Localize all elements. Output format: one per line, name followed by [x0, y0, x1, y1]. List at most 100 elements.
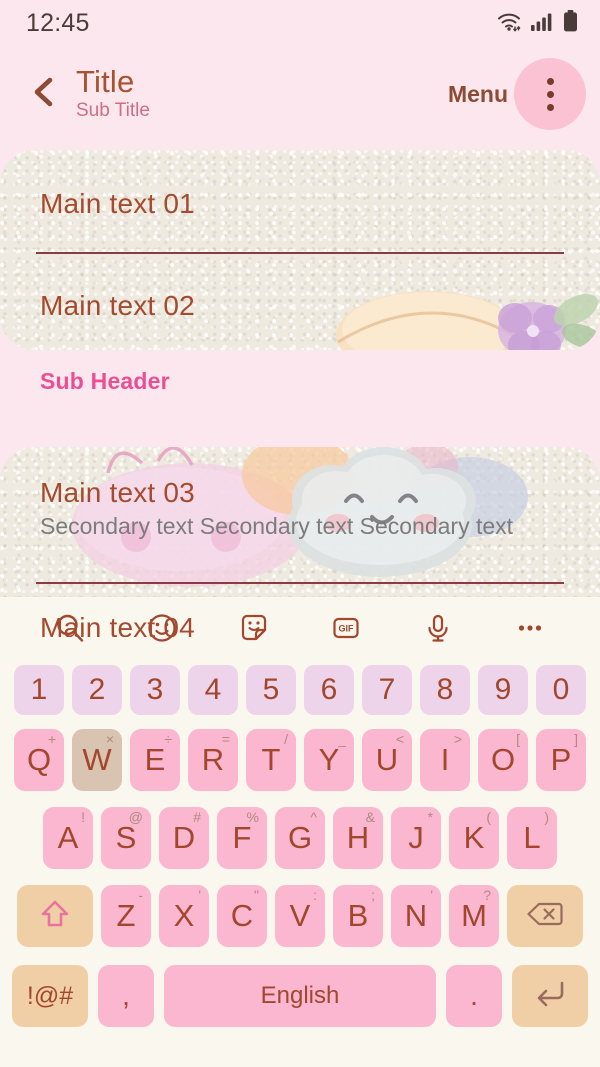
keyboard-row-zxcv: -Z ' X " C :V ; B ' N ? M: [0, 877, 600, 955]
key-o[interactable]: [O: [478, 729, 528, 791]
key-3[interactable]: 3: [130, 665, 180, 715]
key-5[interactable]: 5: [246, 665, 296, 715]
key-u[interactable]: < U: [362, 729, 412, 791]
key-v[interactable]: :V: [275, 885, 325, 947]
enter-return-icon: [533, 979, 567, 1014]
key-u-superscript: <: [395, 731, 404, 747]
cellular-signal-icon: [531, 11, 554, 36]
key-e[interactable]: ÷ E: [130, 729, 180, 791]
page-title: Title: [76, 64, 135, 100]
key-s[interactable]: @ S: [101, 807, 151, 869]
app-bar: Title Sub Title Menu: [0, 46, 600, 142]
key-c-label: C: [230, 898, 254, 933]
back-button[interactable]: [22, 72, 66, 116]
key-a[interactable]: ! A: [43, 807, 93, 869]
enter-key[interactable]: [512, 965, 588, 1027]
key-b[interactable]: ; B: [333, 885, 383, 947]
key-2[interactable]: 2: [72, 665, 122, 715]
key-q-label: Q: [26, 742, 52, 777]
key-x-superscript: ': [198, 887, 201, 903]
key-o-label: O: [490, 742, 516, 777]
list-item-main-text: Main text 04: [40, 612, 195, 637]
key-k-superscript: (: [486, 809, 491, 825]
overflow-menu-button[interactable]: [514, 58, 586, 130]
list-item[interactable]: Main text 03 Secondary text Secondary te…: [40, 477, 513, 540]
key-z[interactable]: -Z: [101, 885, 151, 947]
key-e-superscript: ÷: [164, 731, 172, 747]
key-o-superscript: [: [516, 731, 520, 747]
chevron-left-icon: [31, 76, 57, 113]
comma-key[interactable]: ,: [98, 965, 154, 1027]
status-bar-icons: [496, 9, 578, 37]
key-m-label: M: [461, 898, 487, 933]
list-item-main-text: Main text 02: [40, 290, 195, 321]
key-t[interactable]: / T: [246, 729, 296, 791]
key-p-label: P: [550, 742, 572, 777]
list-item[interactable]: Main text 02: [40, 290, 195, 322]
key-j-label: J: [408, 820, 424, 855]
key-y-superscript: _: [338, 731, 346, 747]
key-b-label: B: [347, 898, 369, 933]
key-v-superscript: :: [313, 887, 317, 903]
more-vertical-icon: [546, 77, 554, 111]
key-h[interactable]: & H: [333, 807, 383, 869]
key-6[interactable]: 6: [304, 665, 354, 715]
shift-key[interactable]: [17, 885, 93, 947]
period-key[interactable]: .: [446, 965, 502, 1027]
key-g[interactable]: ^ G: [275, 807, 325, 869]
key-j-superscript: *: [427, 809, 433, 825]
keyboard-number-row: 1 2 3 4 5 6 7 8 9 0: [0, 659, 600, 721]
key-7[interactable]: 7: [362, 665, 412, 715]
content-area: Main text 01 Main text 02 Sub Header Mai…: [0, 150, 600, 637]
sub-header: Sub Header: [40, 368, 170, 394]
space-key[interactable]: English: [164, 965, 436, 1027]
key-i[interactable]: > I: [420, 729, 470, 791]
shift-arrow-icon: [40, 898, 70, 935]
key-e-label: E: [144, 742, 166, 777]
backspace-key[interactable]: [507, 885, 583, 947]
key-9[interactable]: 9: [478, 665, 528, 715]
key-s-label: S: [115, 820, 137, 855]
key-k[interactable]: (K: [449, 807, 499, 869]
key-4[interactable]: 4: [188, 665, 238, 715]
list-divider: [36, 252, 564, 254]
key-m[interactable]: ? M: [449, 885, 499, 947]
key-l[interactable]: ) L: [507, 807, 557, 869]
key-l-superscript: ): [544, 809, 549, 825]
key-n-label: N: [404, 898, 428, 933]
list-item[interactable]: Main text 04: [40, 612, 195, 637]
menu-label[interactable]: Menu: [448, 81, 508, 108]
list-item-main-text: Main text 03: [40, 477, 195, 508]
key-x-label: X: [173, 898, 195, 933]
key-n-superscript: ': [430, 887, 433, 903]
key-w[interactable]: × W: [72, 729, 122, 791]
key-d-superscript: #: [193, 809, 201, 825]
keyboard-row-bottom: !@# , English .: [0, 955, 600, 1037]
key-h-superscript: &: [365, 809, 375, 825]
key-x[interactable]: ' X: [159, 885, 209, 947]
symbols-key[interactable]: !@#: [12, 965, 88, 1027]
key-r[interactable]: = R: [188, 729, 238, 791]
key-y[interactable]: _ Y: [304, 729, 354, 791]
key-d-label: D: [172, 820, 196, 855]
key-w-superscript: ×: [105, 731, 114, 747]
list-card-1: Main text 01 Main text 02: [0, 150, 600, 350]
battery-icon: [563, 9, 578, 37]
key-n[interactable]: ' N: [391, 885, 441, 947]
list-item-main-text: Main text 01: [40, 188, 195, 219]
status-bar: 12:45: [0, 0, 600, 46]
key-c[interactable]: " C: [217, 885, 267, 947]
key-q[interactable]: + Q: [14, 729, 64, 791]
key-1[interactable]: 1: [14, 665, 64, 715]
key-p[interactable]: ] P: [536, 729, 586, 791]
key-j[interactable]: * J: [391, 807, 441, 869]
backspace-icon: [527, 901, 563, 932]
list-item[interactable]: Main text 01: [40, 188, 195, 220]
phone-screen: 12: 45 Title Sub Title Menu Main text 01 …: [0, 0, 600, 1067]
key-8[interactable]: 8: [420, 665, 470, 715]
key-f[interactable]: % F: [217, 807, 267, 869]
key-0[interactable]: 0: [536, 665, 586, 715]
virtual-keyboard: GIF 1 2 3 4 5 6 7 8 9 0 + Q × W ÷ E = R …: [0, 597, 600, 1067]
key-y-label: Y: [318, 742, 340, 777]
key-d[interactable]: # D: [159, 807, 209, 869]
